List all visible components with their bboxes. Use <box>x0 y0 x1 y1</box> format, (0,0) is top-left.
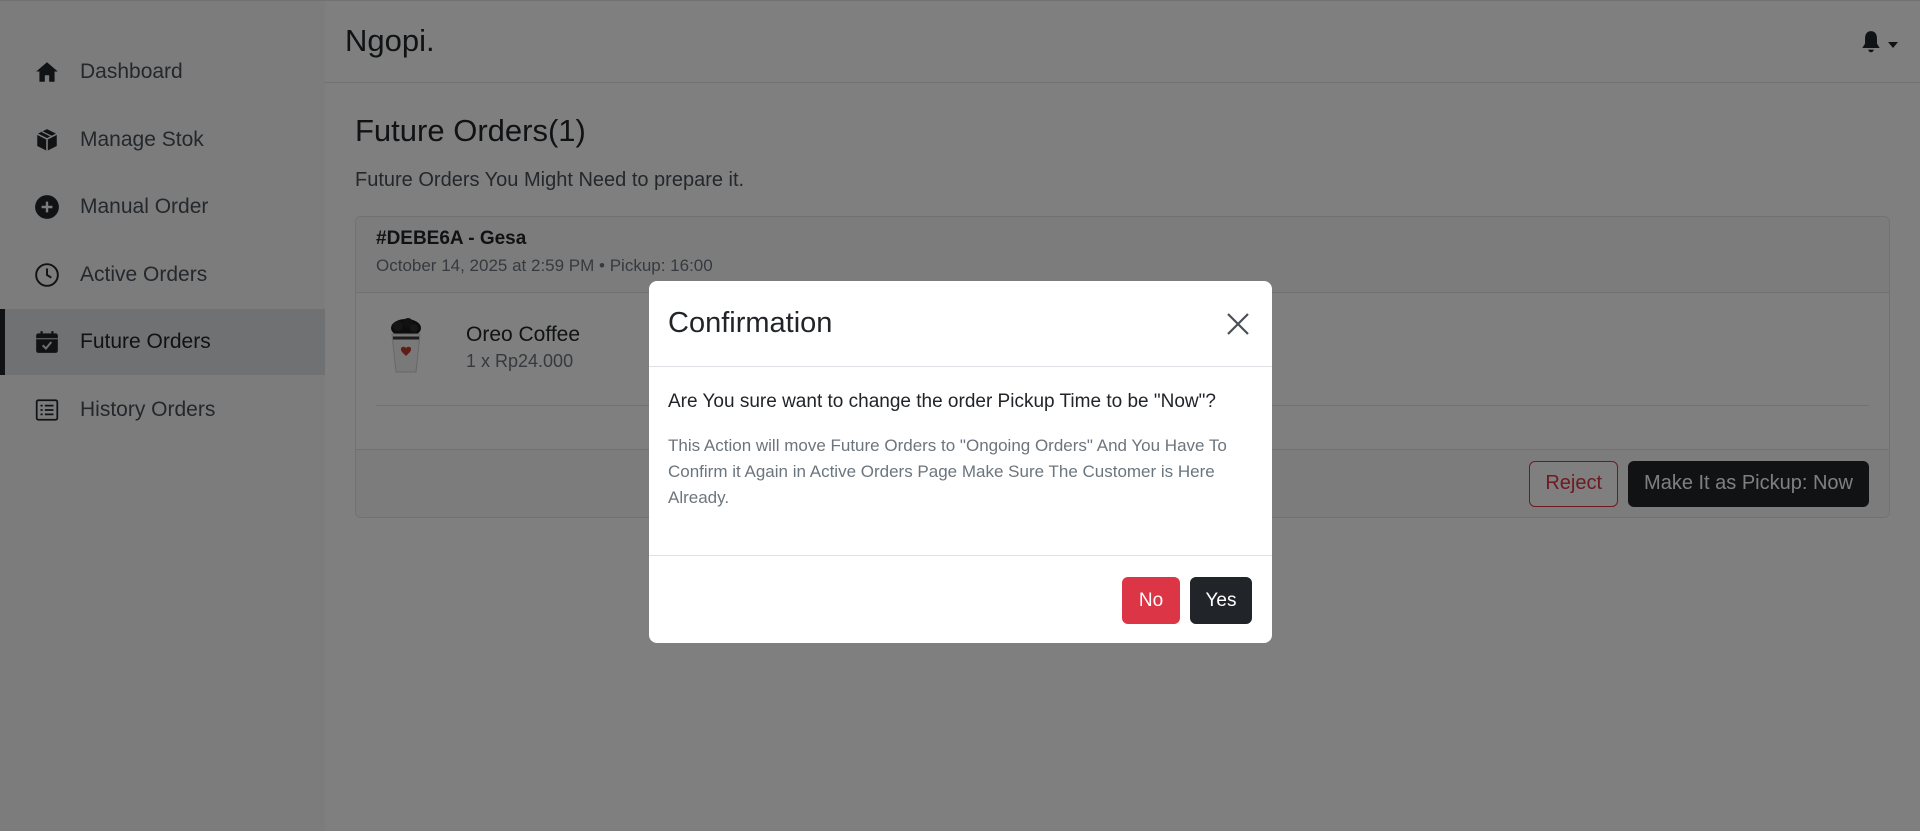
modal-header: Confirmation <box>649 281 1272 367</box>
modal-question: Are You sure want to change the order Pi… <box>668 391 1216 412</box>
modal-detail: This Action will move Future Orders to "… <box>668 436 1227 507</box>
yes-button[interactable]: Yes <box>1190 577 1252 624</box>
close-icon <box>1227 312 1249 335</box>
close-button[interactable] <box>1222 308 1254 340</box>
modal-body: Are You sure want to change the order Pi… <box>649 367 1272 556</box>
no-button[interactable]: No <box>1122 577 1180 624</box>
modal-title: Confirmation <box>668 307 833 339</box>
confirmation-modal: Confirmation Are You sure want to change… <box>649 281 1272 643</box>
modal-footer: No Yes <box>649 556 1272 624</box>
